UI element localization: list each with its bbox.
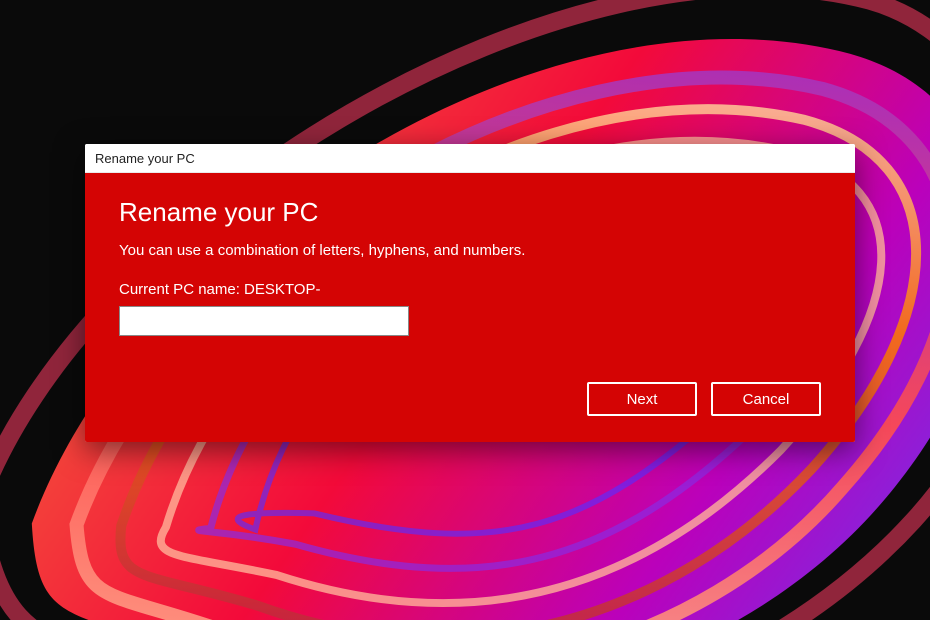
window-title: Rename your PC	[95, 151, 195, 166]
dialog-heading: Rename your PC	[119, 197, 821, 228]
pc-name-input[interactable]	[119, 306, 409, 336]
dialog-body: Rename your PC You can use a combination…	[85, 173, 855, 442]
rename-pc-dialog: Rename your PC Rename your PC You can us…	[85, 144, 855, 442]
button-row: Next Cancel	[119, 382, 821, 416]
next-button[interactable]: Next	[587, 382, 697, 416]
current-pc-name-label: Current PC name: DESKTOP-	[119, 281, 821, 298]
dialog-description: You can use a combination of letters, hy…	[119, 242, 821, 259]
cancel-button[interactable]: Cancel	[711, 382, 821, 416]
window-titlebar[interactable]: Rename your PC	[85, 144, 855, 173]
